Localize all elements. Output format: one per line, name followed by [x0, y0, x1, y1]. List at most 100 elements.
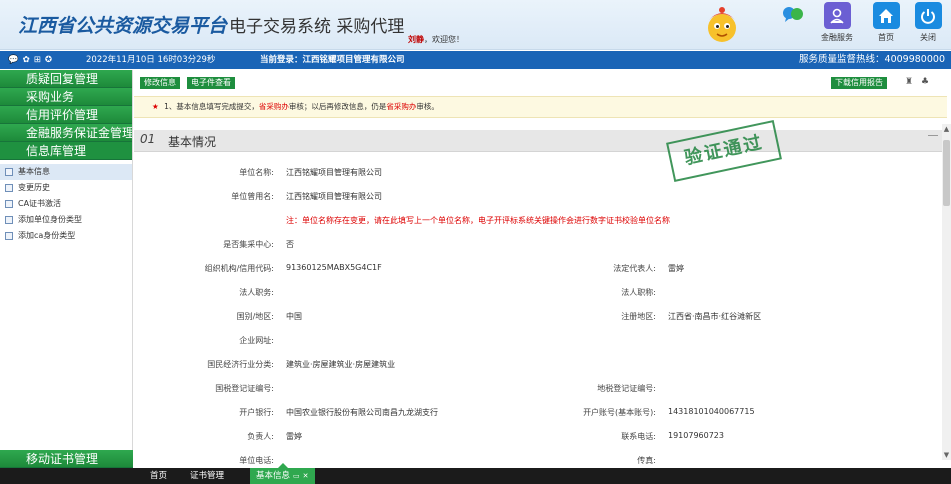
quick-icons: 💬✿⊞✪	[8, 51, 56, 69]
central-purchase-label: 是否集采中心:	[223, 240, 274, 249]
collapse-icon[interactable]	[928, 135, 938, 136]
tab-basic-info-label: 基本信息	[256, 471, 291, 481]
menu-question-reply[interactable]: 质疑回复管理	[0, 70, 132, 88]
sub-item-ca-activate[interactable]: CA证书激活	[0, 196, 132, 212]
scroll-thumb[interactable]	[943, 140, 950, 206]
sub-item-label: 变更历史	[18, 183, 50, 192]
sidebar: 质疑回复管理 采购业务 信用评价管理 金融服务保证金管理 信息库管理 基本信息 …	[0, 70, 133, 468]
info-bar: 💬✿⊞✪ 2022年11月10日 16时03分29秒 当前登录：江西铭耀项目管理…	[0, 51, 951, 69]
list-icon	[5, 232, 13, 240]
sub-item-label: 添加ca身份类型	[18, 231, 76, 240]
user-name: 刘静	[408, 35, 424, 44]
tree-icon[interactable]: ♣	[921, 77, 929, 87]
sub-item-add-unit-type[interactable]: 添加单位身份类型	[0, 212, 132, 228]
help-icon[interactable]: ✪	[45, 55, 56, 65]
org-icon[interactable]: ⊞	[34, 55, 45, 65]
website-label: 企业网址:	[239, 336, 274, 345]
menu-credit-evaluation[interactable]: 信用评价管理	[0, 106, 132, 124]
account-label: 开户账号(基本账号):	[583, 408, 656, 417]
scroll-down-icon[interactable]: ▼	[942, 450, 951, 460]
contact-phone-value: 19107960723	[668, 431, 724, 440]
mascot-icon	[708, 7, 736, 42]
sub-item-change-history[interactable]: 变更历史	[0, 180, 132, 196]
login-label: 当前登录：	[260, 55, 303, 65]
bank-value: 中国农业银行股份有限公司南昌九龙湖支行	[286, 408, 438, 417]
finance-service-button[interactable]: 金融服务	[815, 2, 859, 48]
sub-item-basic-info[interactable]: 基本信息	[0, 164, 132, 180]
fax-label: 传真:	[637, 456, 656, 465]
close-button[interactable]: 关闭	[906, 2, 950, 48]
menu-mobile-cert[interactable]: 移动证书管理	[0, 450, 133, 468]
menu-info-library[interactable]: 信息库管理	[0, 142, 132, 160]
message-icon[interactable]: 💬	[8, 55, 23, 65]
toolbar: 修改信息 电子件查看 下载信用报告 ♜ ♣	[134, 70, 951, 94]
menu-procurement[interactable]: 采购业务	[0, 88, 132, 106]
home-button[interactable]: 首页	[864, 2, 908, 48]
sub-item-label: 基本信息	[18, 167, 50, 176]
country-value: 中国	[286, 312, 302, 321]
reg-area-value: 江西省·南昌市·红谷滩新区	[668, 312, 762, 321]
industry-value: 建筑业·房屋建筑业·房屋建筑业	[286, 360, 396, 369]
legal-title-label: 法人职称:	[621, 288, 656, 297]
sub-item-add-ca-type[interactable]: 添加ca身份类型	[0, 228, 132, 244]
list-icon	[5, 200, 13, 208]
chat-icon[interactable]	[782, 5, 804, 23]
current-datetime: 2022年11月10日 16时03分29秒	[86, 55, 216, 65]
finance-icon	[823, 2, 851, 29]
sub-item-label: CA证书激活	[18, 199, 62, 208]
menu-bottom-wrap: 移动证书管理	[0, 450, 133, 468]
unit-name-value: 江西铭耀项目管理有限公司	[286, 168, 382, 177]
tab-maximize-icon[interactable]: ▭	[293, 472, 300, 480]
account-value: 14318101040067715	[668, 407, 755, 416]
notice-text-2: 审核；以后再修改信息，仍是	[288, 102, 387, 111]
section-title: 基本情况	[168, 135, 217, 149]
sub-menu: 基本信息 变更历史 CA证书激活 添加单位身份类型 添加ca身份类型	[0, 160, 132, 244]
credit-code-label: 组织机构/信用代码:	[204, 264, 274, 273]
unit-name-label: 单位名称:	[239, 168, 274, 177]
bank-label: 开户银行:	[239, 408, 274, 417]
home-icon	[872, 2, 900, 29]
tab-close-icon[interactable]: ✕	[303, 472, 309, 480]
download-credit-report-button[interactable]: 下载信用报告	[831, 77, 887, 89]
local-tax-label: 地税登记证编号:	[597, 384, 656, 393]
power-icon	[914, 2, 942, 29]
finance-service-label: 金融服务	[821, 33, 853, 42]
legal-post-label: 法人职务:	[239, 288, 274, 297]
owner-label: 负责人:	[247, 432, 274, 441]
platform-name: 江西省公共资源交易平台	[18, 15, 228, 37]
list-icon	[5, 168, 13, 176]
former-name-label: 单位曾用名:	[231, 192, 274, 201]
vertical-scrollbar[interactable]: ▲ ▼	[942, 124, 951, 460]
legal-rep-label: 法定代表人:	[613, 264, 656, 273]
bottom-tab-bar: 首页 证书管理 基本信息 ▭ ✕	[0, 468, 951, 484]
notice-highlight-1: 省采购办	[258, 102, 289, 111]
country-label: 国别/地区:	[236, 312, 274, 321]
print-icon[interactable]: ♜	[905, 77, 913, 87]
notice-text-3: 审核。	[416, 102, 439, 111]
gear-icon[interactable]: ✿	[23, 55, 34, 65]
former-name-value: 江西铭耀项目管理有限公司	[286, 192, 382, 201]
menu-finance-deposit[interactable]: 金融服务保证金管理	[0, 124, 132, 142]
view-documents-button[interactable]: 电子件查看	[187, 77, 235, 89]
industry-label: 国民经济行业分类:	[207, 360, 274, 369]
edit-info-button[interactable]: 修改信息	[140, 77, 180, 89]
greeting-suffix: ，欢迎您！	[424, 35, 464, 44]
system-name: 电子交易系统 采购代理	[229, 17, 405, 37]
scroll-up-icon[interactable]: ▲	[942, 124, 951, 134]
credit-code-value: 91360125MABX5G4C1F	[286, 263, 382, 272]
star-icon: ★	[152, 102, 159, 111]
greeting: 刘静，欢迎您！	[408, 34, 464, 45]
tab-cert-management[interactable]: 证书管理	[184, 468, 230, 484]
owner-value: 雷婷	[286, 432, 302, 441]
section-header: 01 基本情况	[134, 130, 944, 152]
notice-text-1: 1、基本信息填写完成提交，	[161, 102, 259, 111]
list-icon	[5, 184, 13, 192]
tab-basic-info[interactable]: 基本信息 ▭ ✕	[250, 468, 315, 484]
app-title: 江西省公共资源交易平台 电子交易系统 采购代理	[18, 11, 404, 38]
current-login: 当前登录：江西铭耀项目管理有限公司	[260, 51, 405, 69]
close-label: 关闭	[920, 33, 936, 42]
tab-home[interactable]: 首页	[144, 468, 173, 484]
list-icon	[5, 216, 13, 224]
notice-highlight-2: 省采购办	[386, 102, 417, 111]
sub-item-label: 添加单位身份类型	[18, 215, 82, 224]
